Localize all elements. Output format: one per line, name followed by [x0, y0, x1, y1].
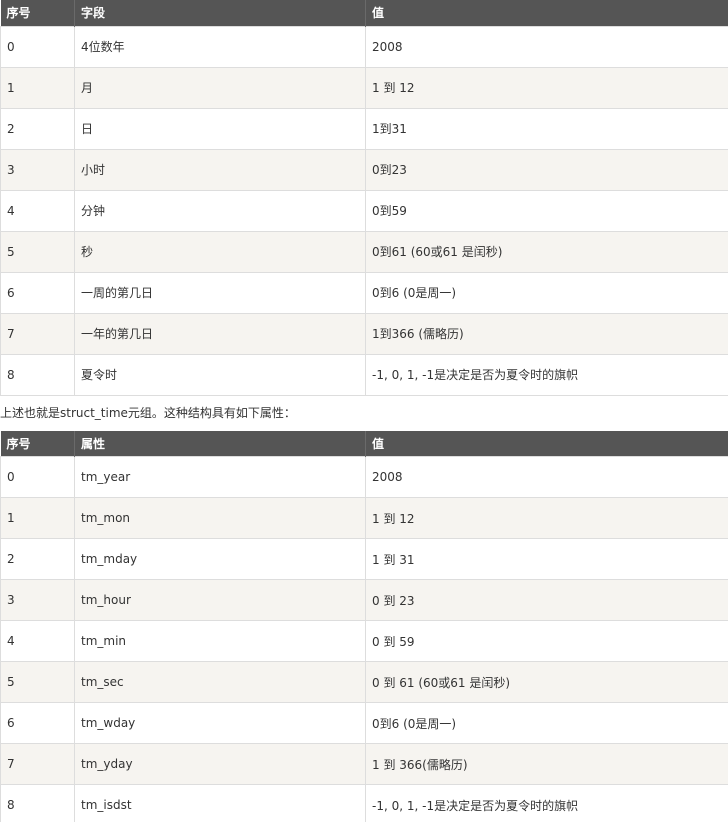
table-row: 6 一周的第几日 0到6 (0是周一)	[0, 271, 728, 314]
cell-index: 6	[0, 271, 75, 314]
cell-value: -1, 0, 1, -1是决定是否为夏令时的旗帜	[365, 353, 728, 396]
cell-value: 0 到 61 (60或61 是闰秒)	[365, 661, 728, 703]
header-index: 序号	[0, 430, 75, 457]
table-row: 0 tm_year 2008	[0, 456, 728, 498]
time-tuple-table: 序号 字段 值 0 4位数年 2008 1 月 1 到 12 2 日 1到31	[0, 0, 728, 396]
cell-index: 3	[0, 148, 75, 191]
cell-field: 一年的第几日	[74, 312, 366, 355]
cell-value: 0到59	[365, 189, 728, 232]
cell-attribute: tm_min	[74, 620, 366, 662]
table-row: 1 月 1 到 12	[0, 66, 728, 109]
cell-index: 8	[0, 784, 75, 822]
cell-field: 日	[74, 107, 366, 150]
cell-index: 3	[0, 579, 75, 621]
struct-time-caption: 上述也就是struct_time元组。这种结构具有如下属性：	[0, 405, 296, 420]
cell-index: 8	[0, 353, 75, 396]
cell-value: 0到23	[365, 148, 728, 191]
cell-value: 1 到 12	[365, 497, 728, 539]
cell-field: 一周的第几日	[74, 271, 366, 314]
header-attribute: 属性	[74, 430, 366, 457]
header-index: 序号	[0, 0, 75, 26]
table-row: 8 tm_isdst -1, 0, 1, -1是决定是否为夏令时的旗帜	[0, 784, 728, 822]
table-row: 3 tm_hour 0 到 23	[0, 579, 728, 621]
cell-value: 0到6 (0是周一)	[365, 702, 728, 744]
cell-index: 0	[0, 25, 75, 68]
table-row: 5 tm_sec 0 到 61 (60或61 是闰秒)	[0, 661, 728, 703]
table-header-row: 序号 属性 值	[0, 430, 728, 457]
cell-value: 0到6 (0是周一)	[365, 271, 728, 314]
cell-index: 1	[0, 497, 75, 539]
cell-attribute: tm_isdst	[74, 784, 366, 822]
cell-field: 夏令时	[74, 353, 366, 396]
cell-index: 1	[0, 66, 75, 109]
cell-value: 1到31	[365, 107, 728, 150]
table-row: 8 夏令时 -1, 0, 1, -1是决定是否为夏令时的旗帜	[0, 353, 728, 396]
cell-index: 7	[0, 312, 75, 355]
cell-value: 1到366 (儒略历)	[365, 312, 728, 355]
header-field: 字段	[74, 0, 366, 26]
cell-value: 1 到 366(儒略历)	[365, 743, 728, 785]
table-row: 5 秒 0到61 (60或61 是闰秒)	[0, 230, 728, 273]
table-row: 7 一年的第几日 1到366 (儒略历)	[0, 312, 728, 355]
cell-index: 2	[0, 107, 75, 150]
table-row: 7 tm_yday 1 到 366(儒略历)	[0, 743, 728, 785]
cell-attribute: tm_year	[74, 456, 366, 498]
cell-index: 2	[0, 538, 75, 580]
table-row: 2 日 1到31	[0, 107, 728, 150]
table-row: 4 分钟 0到59	[0, 189, 728, 232]
cell-attribute: tm_mon	[74, 497, 366, 539]
cell-value: 0到61 (60或61 是闰秒)	[365, 230, 728, 273]
cell-field: 4位数年	[74, 25, 366, 68]
cell-index: 5	[0, 230, 75, 273]
cell-value: -1, 0, 1, -1是决定是否为夏令时的旗帜	[365, 784, 728, 822]
struct-time-attributes-table: 序号 属性 值 0 tm_year 2008 1 tm_mon 1 到 12 2…	[0, 430, 728, 822]
table-row: 6 tm_wday 0到6 (0是周一)	[0, 702, 728, 744]
cell-attribute: tm_mday	[74, 538, 366, 580]
cell-field: 秒	[74, 230, 366, 273]
table-row: 0 4位数年 2008	[0, 25, 728, 68]
table-row: 1 tm_mon 1 到 12	[0, 497, 728, 539]
cell-value: 2008	[365, 456, 728, 498]
page: 序号 字段 值 0 4位数年 2008 1 月 1 到 12 2 日 1到31	[0, 0, 728, 822]
cell-value: 0 到 59	[365, 620, 728, 662]
cell-field: 分钟	[74, 189, 366, 232]
cell-attribute: tm_hour	[74, 579, 366, 621]
table-row: 4 tm_min 0 到 59	[0, 620, 728, 662]
cell-index: 5	[0, 661, 75, 703]
header-value: 值	[365, 430, 728, 457]
cell-value: 1 到 12	[365, 66, 728, 109]
cell-value: 0 到 23	[365, 579, 728, 621]
cell-field: 月	[74, 66, 366, 109]
cell-value: 2008	[365, 25, 728, 68]
cell-attribute: tm_yday	[74, 743, 366, 785]
cell-index: 4	[0, 620, 75, 662]
table-row: 3 小时 0到23	[0, 148, 728, 191]
header-value: 值	[365, 0, 728, 26]
cell-index: 4	[0, 189, 75, 232]
cell-index: 7	[0, 743, 75, 785]
table-header-row: 序号 字段 值	[0, 0, 728, 26]
cell-index: 0	[0, 456, 75, 498]
cell-value: 1 到 31	[365, 538, 728, 580]
cell-field: 小时	[74, 148, 366, 191]
cell-index: 6	[0, 702, 75, 744]
table-row: 2 tm_mday 1 到 31	[0, 538, 728, 580]
cell-attribute: tm_wday	[74, 702, 366, 744]
cell-attribute: tm_sec	[74, 661, 366, 703]
